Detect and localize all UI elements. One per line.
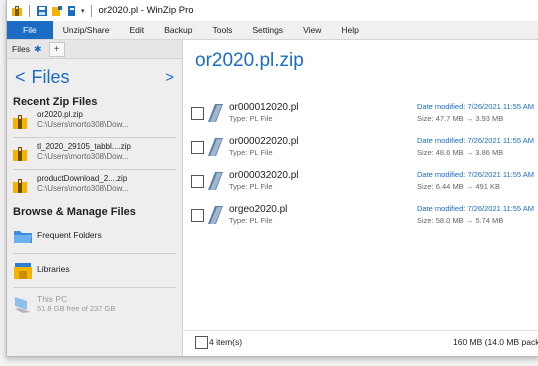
this-pc-label: This PC xyxy=(37,294,68,304)
libraries-icon xyxy=(14,263,32,279)
tab-tools[interactable]: Tools xyxy=(203,21,243,39)
recent-zip-item[interactable]: productDownload_2....zip C:\Users\morto3… xyxy=(7,172,182,200)
folder-icon xyxy=(14,231,32,243)
file-checkbox[interactable] xyxy=(191,209,204,222)
tab-view[interactable]: View xyxy=(293,21,331,39)
tab-file[interactable]: File xyxy=(7,21,53,39)
recent-zip-item[interactable]: tl_2020_29105_tabbl....zip C:\Users\mort… xyxy=(7,140,182,168)
zip-title: or2020.pl.zip xyxy=(195,50,304,71)
this-pc-item[interactable]: This PC 51.8 GB free of 237 GB xyxy=(7,294,182,320)
file-row[interactable]: or000032020.pl Type: PL File Date modifi… xyxy=(183,168,538,196)
quick-access-toolbar: ▾ xyxy=(7,4,95,17)
file-add-icon[interactable] xyxy=(66,5,78,17)
window-title: or2020.pl - WinZip Pro xyxy=(98,5,194,16)
recent-zip-path: C:\Users\morto308\Dow... xyxy=(37,184,129,193)
tab-help[interactable]: Help xyxy=(331,21,368,39)
divider xyxy=(13,287,176,288)
file-date-modified: Date modified: 7/26/2021 11:55 AM xyxy=(417,102,535,111)
back-arrow-icon[interactable]: < xyxy=(15,67,26,88)
tab-edit[interactable]: Edit xyxy=(119,21,154,39)
files-heading: Files xyxy=(31,66,70,87)
tab-backup[interactable]: Backup xyxy=(154,21,202,39)
file-size: Size: 6.44 MB → 491 KB xyxy=(417,182,500,191)
file-checkbox[interactable] xyxy=(191,175,204,188)
toolbar-separator xyxy=(90,4,92,17)
add-pane-tab-button[interactable]: + xyxy=(48,41,65,57)
files-header: < Files > xyxy=(7,64,182,90)
recent-zip-name: tl_2020_29105_tabbl....zip xyxy=(37,142,131,151)
recent-zip-item[interactable]: or2020.pl.zip C:\Users\morto308\Dow... xyxy=(7,108,182,136)
file-date-modified: Date modified: 7/26/2021 11:55 AM xyxy=(417,170,535,179)
file-size: Size: 58.0 MB → 5.74 MB xyxy=(417,216,504,225)
file-size: Size: 47.7 MB → 3.93 MB xyxy=(417,114,504,123)
item-count: 4 item(s) xyxy=(209,337,243,347)
divider xyxy=(13,169,176,170)
divider xyxy=(13,253,176,254)
recent-zip-path: C:\Users\morto308\Dow... xyxy=(37,120,129,129)
libraries-item[interactable]: Libraries xyxy=(7,258,182,284)
files-pane: Files ✱ + < Files > Recent Zip Files or2… xyxy=(7,40,183,356)
recent-zip-name: productDownload_2....zip xyxy=(37,174,128,183)
winzip-logo-icon xyxy=(12,5,22,16)
recent-zip-name: or2020.pl.zip xyxy=(37,110,83,119)
pin-icon[interactable]: ✱ xyxy=(34,44,42,55)
zip-file-icon xyxy=(13,115,27,129)
file-checkbox[interactable] xyxy=(191,141,204,154)
divider xyxy=(13,137,176,138)
file-checkbox[interactable] xyxy=(191,107,204,120)
toolbar-separator xyxy=(29,4,30,17)
file-name: orgeo2020.pl xyxy=(229,204,288,215)
winzip-window: ▾ or2020.pl - WinZip Pro File Unzip/Shar… xyxy=(6,0,538,357)
file-row[interactable]: or000022020.pl Type: PL File Date modifi… xyxy=(183,134,538,162)
total-size: 160 MB (14.0 MB packed) xyxy=(453,337,538,347)
file-type: Type: PL File xyxy=(229,114,273,123)
title-bar: ▾ or2020.pl - WinZip Pro xyxy=(7,0,538,21)
status-footer: 4 item(s) 160 MB (14.0 MB packed) xyxy=(183,330,538,353)
browse-manage-title: Browse & Manage Files xyxy=(13,206,136,218)
computer-icon xyxy=(15,297,31,313)
file-size: Size: 48.6 MB → 3.86 MB xyxy=(417,148,504,157)
forward-arrow-icon[interactable]: > xyxy=(165,69,174,86)
file-type: Type: PL File xyxy=(229,182,273,191)
pane-tab-label: Files xyxy=(12,44,30,54)
file-row[interactable]: orgeo2020.pl Type: PL File Date modified… xyxy=(183,202,538,230)
file-name: or000032020.pl xyxy=(229,170,299,181)
file-date-modified: Date modified: 7/26/2021 11:55 AM xyxy=(417,136,535,145)
file-name: or000022020.pl xyxy=(229,136,299,147)
pl-file-icon xyxy=(208,138,223,156)
frequent-folders-item[interactable]: Frequent Folders xyxy=(7,224,182,250)
zip-file-icon xyxy=(13,179,27,193)
save-icon[interactable] xyxy=(36,5,48,17)
file-type: Type: PL File xyxy=(229,216,273,225)
file-row[interactable]: or000012020.pl Type: PL File Date modifi… xyxy=(183,100,538,128)
pl-file-icon xyxy=(208,172,223,190)
file-date-modified: Date modified: 7/26/2021 11:55 AM xyxy=(417,204,535,213)
file-name: or000012020.pl xyxy=(229,102,299,113)
select-all-checkbox[interactable] xyxy=(195,336,208,349)
zip-file-icon xyxy=(13,147,27,161)
tab-settings[interactable]: Settings xyxy=(242,21,293,39)
libraries-label: Libraries xyxy=(37,264,70,274)
frequent-folders-label: Frequent Folders xyxy=(37,230,102,240)
pane-tabs: Files ✱ + xyxy=(7,40,182,59)
zip-contents-pane: or2020.pl.zip or000012020.pl Type: PL Fi… xyxy=(183,40,538,356)
pl-file-icon xyxy=(208,104,223,122)
qat-dropdown-icon[interactable]: ▾ xyxy=(81,7,85,15)
pl-file-icon xyxy=(208,206,223,224)
new-zip-icon[interactable] xyxy=(51,5,63,17)
ribbon-tabs: File Unzip/Share Edit Backup Tools Setti… xyxy=(7,21,538,40)
tab-unzip-share[interactable]: Unzip/Share xyxy=(53,21,120,39)
file-type: Type: PL File xyxy=(229,148,273,157)
pane-tab-files[interactable]: Files ✱ xyxy=(9,44,45,55)
recent-zip-files-title: Recent Zip Files xyxy=(13,96,98,108)
this-pc-free-space: 51.8 GB free of 237 GB xyxy=(37,304,116,313)
recent-zip-path: C:\Users\morto308\Dow... xyxy=(37,152,129,161)
